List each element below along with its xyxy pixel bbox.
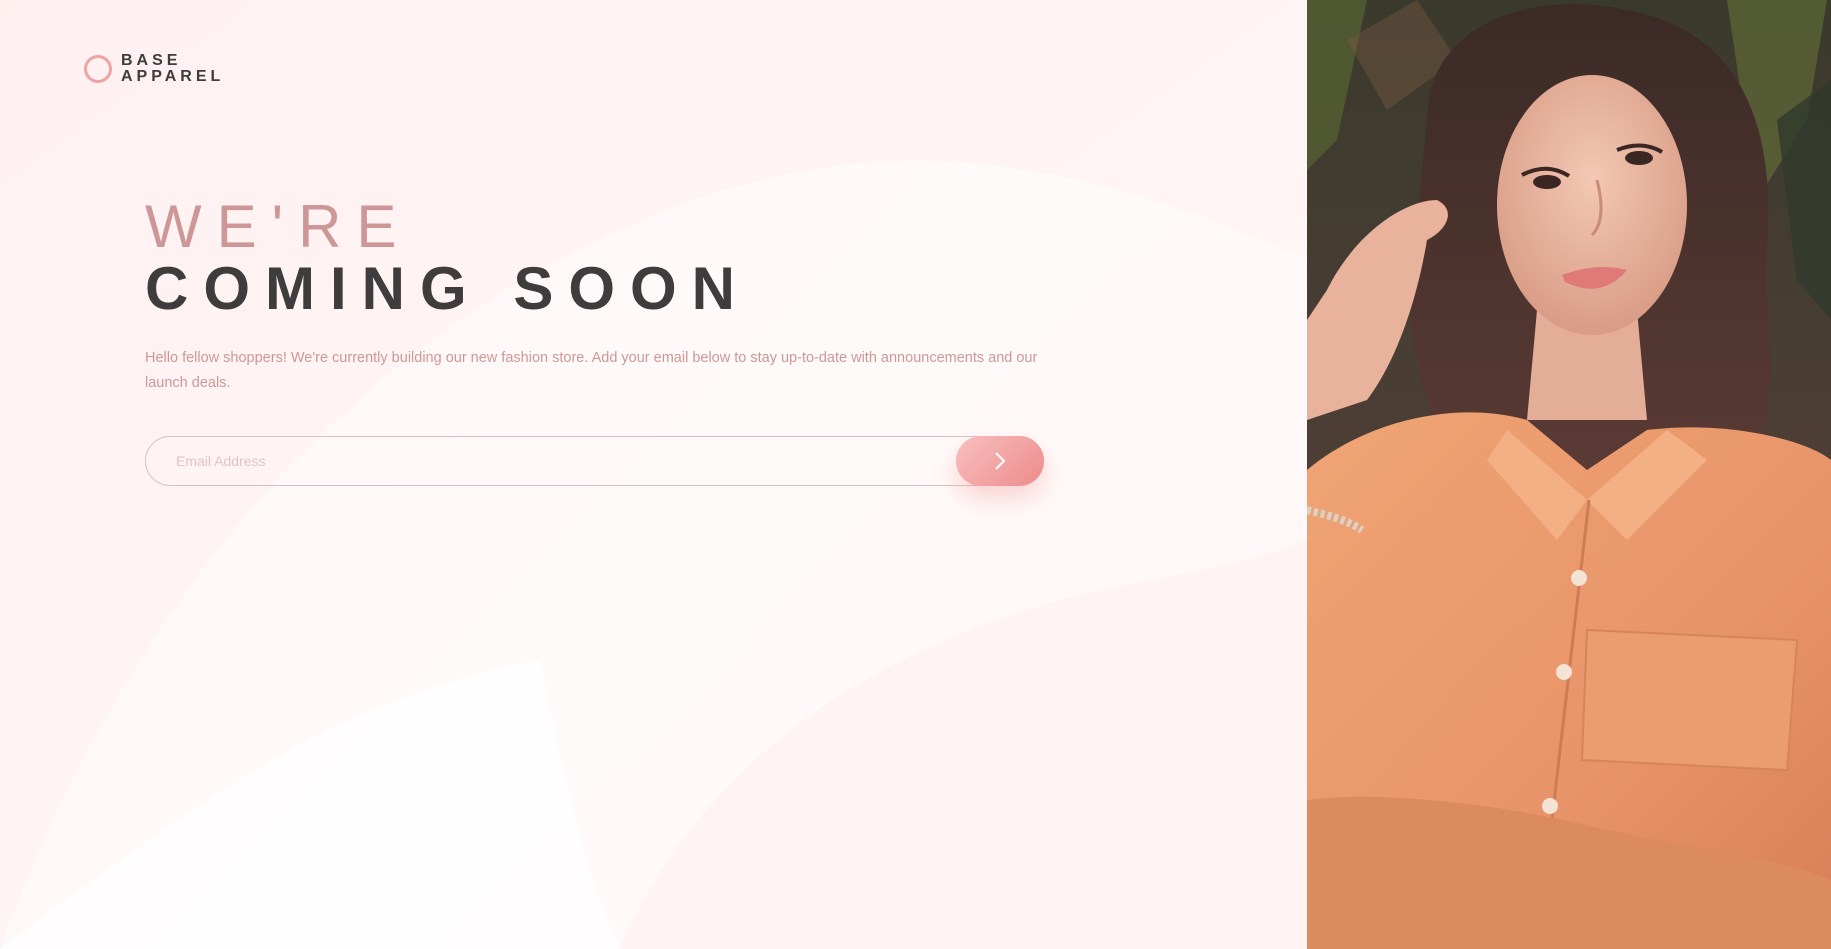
hero-heading-line-2: COMING SOON (145, 255, 751, 322)
email-input[interactable] (145, 436, 1044, 486)
brand-logo[interactable]: BASE APPAREL (84, 53, 224, 85)
content-panel: BASE APPAREL WE'RE COMING SOON Hello fel… (0, 0, 1307, 949)
brand-line-2: APPAREL (121, 68, 225, 85)
coming-soon-page: BASE APPAREL WE'RE COMING SOON Hello fel… (0, 0, 1831, 949)
hero-heading: WE'RE COMING SOON (145, 196, 750, 320)
hero-heading-line-1: WE'RE (145, 193, 412, 260)
hero-image (1307, 0, 1831, 949)
email-signup-form (145, 436, 1044, 486)
submit-email-button[interactable] (956, 436, 1044, 486)
intro-description: Hello fellow shoppers! We're currently b… (145, 350, 1038, 391)
brand-line-1: BASE (121, 52, 182, 69)
brand-wordmark: BASE APPAREL (121, 53, 224, 85)
logo-ring-icon (84, 55, 112, 83)
chevron-right-icon (995, 452, 1006, 470)
woman-in-orange-shirt-photo (1307, 0, 1831, 949)
